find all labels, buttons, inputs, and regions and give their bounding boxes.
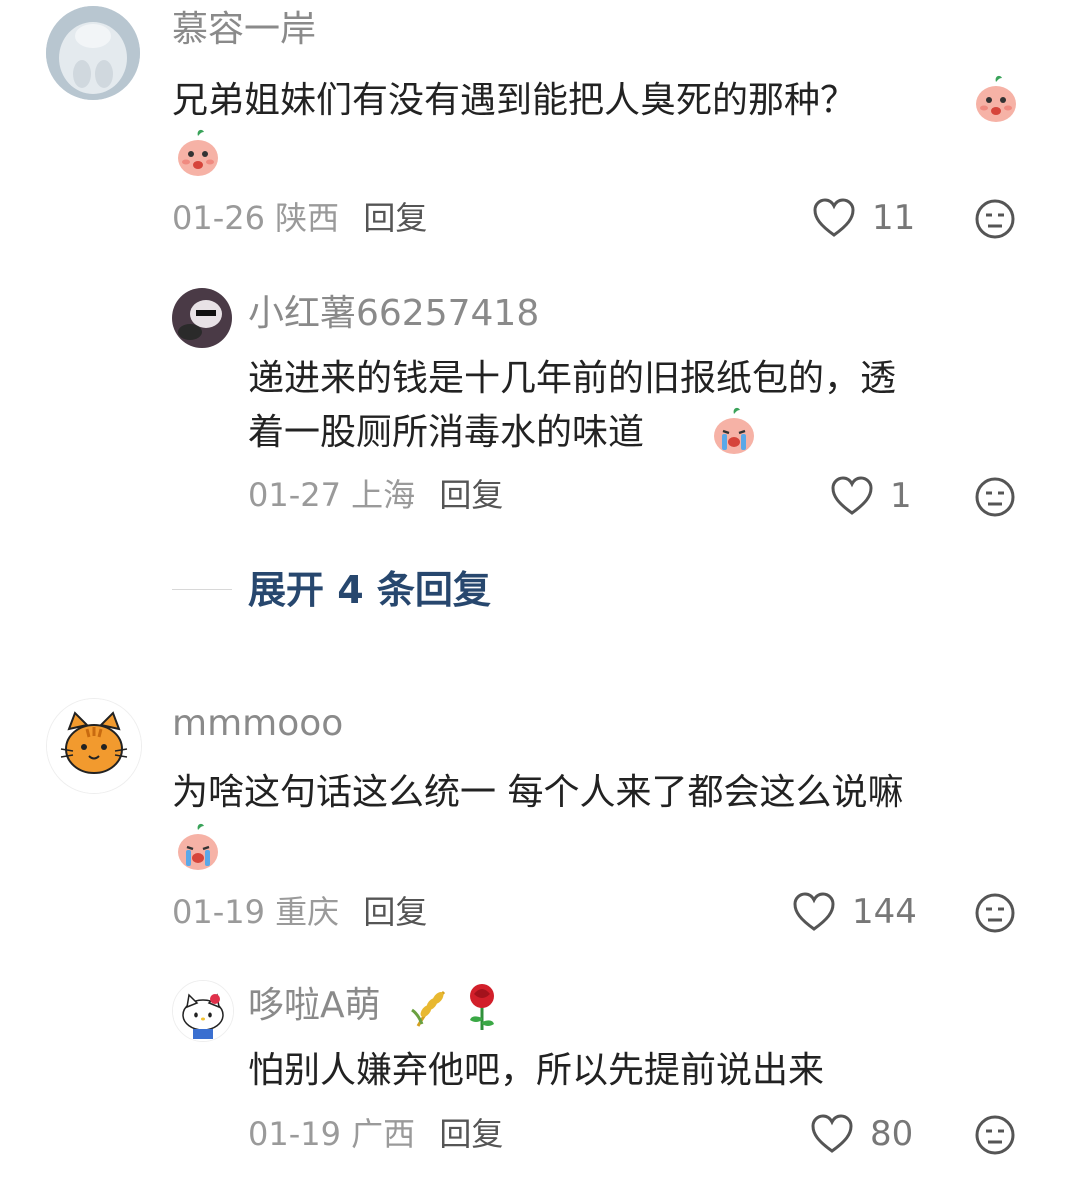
comment-username[interactable]: 慕容一岸	[172, 10, 316, 50]
reply-region: 广西	[351, 1115, 416, 1153]
orange-cat-avatar	[47, 699, 141, 793]
comment-text-content: 兄弟姐妹们有没有遇到能把人臭死的那种？	[172, 80, 857, 121]
avatar[interactable]	[46, 6, 140, 100]
reply-username[interactable]: 小红薯66257418	[248, 294, 539, 334]
reply-date: 01-27	[248, 476, 341, 514]
wheat-icon	[411, 990, 446, 1027]
avatar[interactable]	[46, 698, 142, 794]
comment-text-content: 为啥这句话这么统一 每个人来了都会这么说嘛	[172, 772, 904, 813]
hello-kitty-avatar	[173, 981, 233, 1041]
comment-region: 陕西	[275, 199, 340, 237]
avatar[interactable]	[172, 980, 234, 1042]
meh-face-icon[interactable]	[974, 476, 1016, 518]
reply-text: 递进来的钱是十几年前的旧报纸包的，透 着一股厕所消毒水的味道	[248, 352, 1048, 460]
reply-text-line: 递进来的钱是十几年前的旧报纸包的，透	[248, 358, 897, 399]
reply-button[interactable]: 回复	[363, 199, 427, 237]
reply-meta: 01-19 广西 回复	[248, 1114, 503, 1154]
peach-crying-emoji	[714, 407, 754, 454]
reply-text-line: 着一股厕所消毒水的味道	[248, 412, 645, 453]
like-count: 1	[890, 476, 912, 516]
like-count: 11	[872, 198, 916, 238]
like-count: 144	[852, 892, 917, 932]
comment-meta: 01-26 陕西 回复	[172, 198, 427, 238]
comment-username[interactable]: mmmooo	[172, 704, 343, 744]
avatar[interactable]	[172, 288, 232, 348]
meh-face-icon[interactable]	[974, 1114, 1016, 1156]
heart-icon[interactable]	[810, 1114, 854, 1154]
meh-face-icon[interactable]	[974, 198, 1016, 240]
expand-replies-button[interactable]: 展开 4 条回复	[248, 568, 491, 612]
reply-button[interactable]: 回复	[439, 476, 503, 514]
peach-blush-emoji	[178, 129, 218, 176]
cat-photo-avatar	[172, 288, 232, 348]
peach-crying-emoji	[178, 823, 218, 870]
heart-icon[interactable]	[812, 198, 856, 238]
like-count: 80	[870, 1114, 914, 1154]
comment-text: 为啥这句话这么统一 每个人来了都会这么说嘛	[172, 766, 1042, 820]
reply-button[interactable]: 回复	[439, 1115, 503, 1153]
reply-text-content: 怕别人嫌弃他吧，所以先提前说出来	[248, 1050, 825, 1091]
heart-icon[interactable]	[792, 892, 836, 932]
reply-username[interactable]: 哆啦A萌	[248, 986, 381, 1026]
reply-meta: 01-27 上海 回复	[248, 475, 503, 515]
peach-blush-emoji	[976, 75, 1016, 122]
reply-region: 上海	[351, 476, 416, 514]
meh-face-icon[interactable]	[974, 892, 1016, 934]
comment-date: 01-19	[172, 893, 265, 931]
comment-meta: 01-19 重庆 回复	[172, 892, 427, 932]
comment-date: 01-26	[172, 199, 265, 237]
reply-button[interactable]: 回复	[363, 893, 427, 931]
expand-divider	[172, 589, 232, 590]
comment-region: 重庆	[275, 893, 340, 931]
reply-text: 怕别人嫌弃他吧，所以先提前说出来	[248, 1044, 1048, 1098]
rose-icon	[470, 984, 494, 1030]
heart-icon[interactable]	[830, 476, 874, 516]
bunny-photo-avatar	[46, 6, 140, 100]
comment-text: 兄弟姐妹们有没有遇到能把人臭死的那种？	[172, 74, 1032, 128]
reply-date: 01-19	[248, 1115, 341, 1153]
